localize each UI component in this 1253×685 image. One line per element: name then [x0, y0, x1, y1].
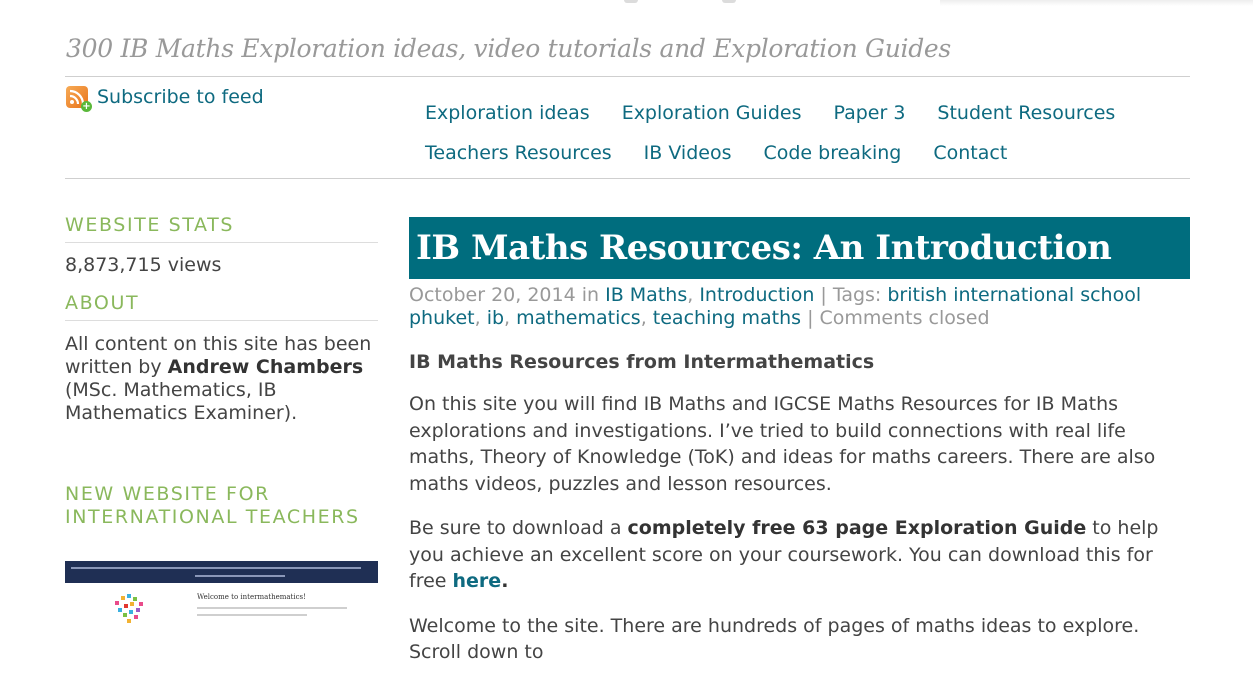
top-fade: [940, 0, 1253, 6]
post-lead: IB Maths Resources from Intermathematics: [409, 351, 875, 373]
tag-mathematics[interactable]: mathematics: [516, 307, 641, 329]
nav-student-resources[interactable]: Student Resources: [937, 102, 1115, 124]
free-guide-highlight: completely free 63 page Exploration Guid…: [627, 517, 1087, 539]
tag-ib[interactable]: ib: [487, 307, 504, 329]
subscribe-link[interactable]: + Subscribe to feed: [66, 86, 264, 112]
tag-teaching-maths[interactable]: teaching maths: [653, 307, 801, 329]
tags-label: | Tags:: [820, 284, 882, 306]
nav-contact[interactable]: Contact: [933, 142, 1007, 164]
nav-teachers-resources[interactable]: Teachers Resources: [425, 142, 612, 164]
sidebar: WEBSITE STATS 8,873,715 views ABOUT All …: [65, 214, 378, 534]
download-text-end: .: [501, 570, 509, 592]
preview-navbar: [65, 561, 378, 583]
preview-welcome-text: Welcome to intermathematics!: [197, 593, 306, 601]
rss-icon: +: [66, 86, 92, 112]
welcome-paragraph: Welcome to the site. There are hundreds …: [409, 614, 1140, 664]
intermathematics-preview-image[interactable]: Welcome to intermathematics!: [65, 561, 378, 629]
nav-row: Exploration ideas Exploration Guides Pap…: [425, 93, 1185, 133]
preview-text-line: [197, 607, 347, 609]
nav-ib-videos[interactable]: IB Videos: [644, 142, 732, 164]
preview-body: Welcome to intermathematics!: [65, 583, 378, 629]
about-text: All content on this site has been writte…: [65, 333, 378, 425]
view-count: 8,873,715 views: [65, 254, 222, 276]
header-decoration: [722, 0, 736, 3]
nav-divider: [65, 178, 1190, 179]
header-divider: [65, 76, 1190, 77]
main-content: IB Maths Resources: An Introduction Octo…: [409, 217, 1190, 685]
download-paragraph: Be sure to download a completely free 63…: [409, 515, 1190, 595]
website-stats-title: WEBSITE STATS: [65, 214, 378, 243]
download-text-start: Be sure to download a: [409, 517, 622, 539]
colorful-logo-icon: [115, 594, 143, 623]
add-icon: +: [81, 101, 92, 112]
nav-code-breaking[interactable]: Code breaking: [763, 142, 901, 164]
nav-row: Teachers Resources IB Videos Code breaki…: [425, 133, 1185, 173]
subscribe-label: Subscribe to feed: [97, 86, 264, 108]
post-date: October 20, 2014: [409, 284, 576, 306]
download-here-link[interactable]: here: [453, 570, 502, 592]
nav-paper-3[interactable]: Paper 3: [833, 102, 905, 124]
nav-exploration-guides[interactable]: Exploration Guides: [622, 102, 802, 124]
post-title: IB Maths Resources: An Introduction: [409, 217, 1190, 279]
post-meta: October 20, 2014 in IB Maths, Introducti…: [409, 284, 1142, 329]
new-website-title: NEW WEBSITE FOR INTERNATIONAL TEACHERS: [65, 483, 360, 528]
about-title: ABOUT: [65, 292, 378, 321]
comments-status: Comments closed: [819, 307, 990, 329]
meta-in: in: [581, 284, 600, 306]
preview-text-line: [197, 614, 307, 616]
author-name: Andrew Chambers: [167, 356, 364, 378]
site-tagline: 300 IB Maths Exploration ideas, video tu…: [66, 34, 951, 63]
header-decoration: [624, 0, 638, 3]
category-ib-maths[interactable]: IB Maths: [605, 284, 687, 306]
nav-exploration-ideas[interactable]: Exploration ideas: [425, 102, 590, 124]
main-navigation: Exploration ideas Exploration Guides Pap…: [425, 93, 1185, 173]
category-introduction[interactable]: Introduction: [699, 284, 814, 306]
about-credentials: (MSc. Mathematics, IB Mathematics Examin…: [65, 379, 298, 424]
intro-paragraph: On this site you will find IB Maths and …: [409, 393, 1156, 495]
